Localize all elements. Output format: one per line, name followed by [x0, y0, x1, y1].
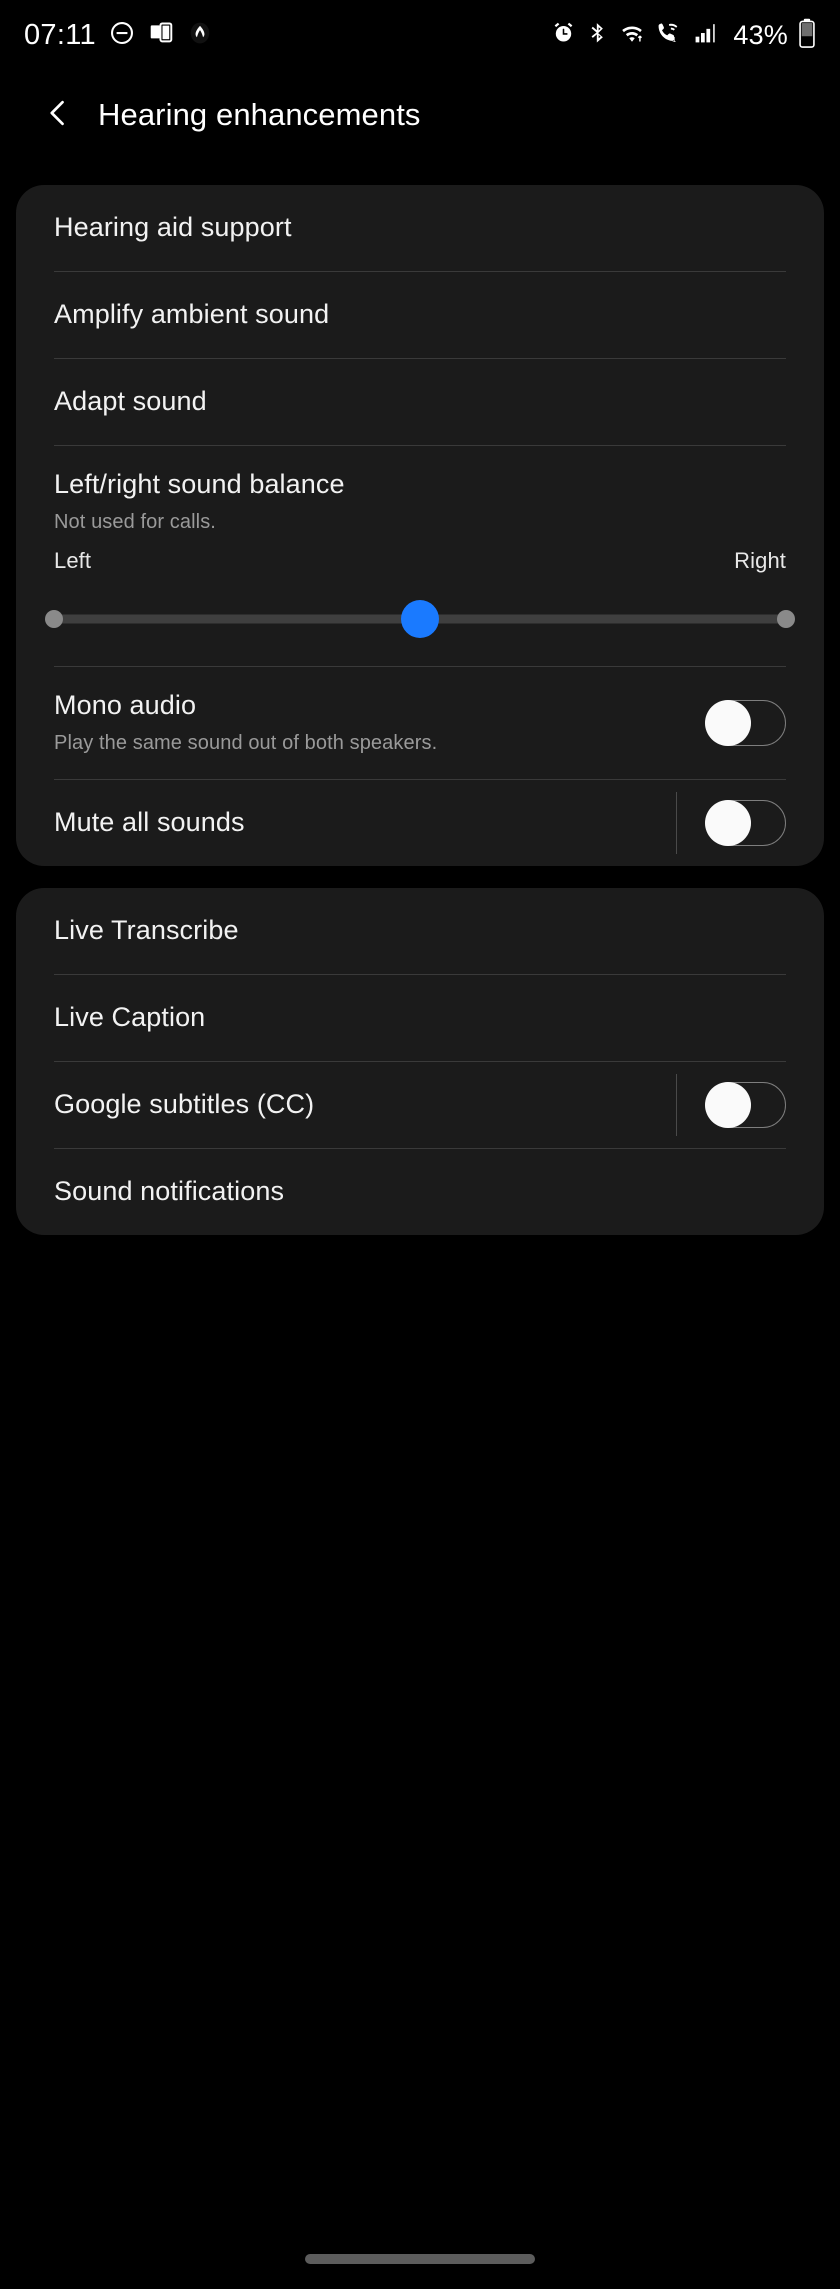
- slider-left-label: Left: [54, 547, 92, 573]
- row-texts: Amplify ambient sound: [54, 276, 786, 354]
- row-texts: Sound notifications: [54, 1153, 786, 1231]
- toggle-knob: [705, 799, 751, 846]
- slider-end-left-dot: [45, 609, 63, 628]
- row-title: Live Caption: [54, 1001, 206, 1032]
- row-left-right-sound-balance: Left/right sound balance Not used for ca…: [16, 446, 824, 542]
- status-bar-left: 07:11: [24, 19, 213, 52]
- home-gesture-pill[interactable]: [305, 2254, 535, 2264]
- status-bar-clock: 07:11: [24, 18, 96, 51]
- page-title: Hearing enhancements: [98, 97, 421, 132]
- slider-thumb[interactable]: [401, 599, 439, 638]
- app-bar: Hearing enhancements: [0, 70, 840, 160]
- row-title: Hearing aid support: [54, 212, 292, 243]
- system-navigation-bar: [0, 2229, 840, 2289]
- slider-right-label: Right: [734, 547, 786, 573]
- phone-screen: 07:11 1 43% Hearing enhancements Hearing…: [0, 0, 840, 2289]
- row-texts: Adapt sound: [54, 363, 786, 441]
- row-texts: Hearing aid support: [54, 189, 786, 267]
- mute-all-sounds-toggle[interactable]: [705, 799, 786, 846]
- balance-slider-block: Left Right: [16, 542, 824, 666]
- row-google-subtitles-cc[interactable]: Google subtitles (CC): [16, 1062, 824, 1148]
- app-notification-icon: [187, 20, 213, 51]
- toggle-knob: [705, 1081, 751, 1128]
- signal-bars-icon: [693, 20, 719, 50]
- row-live-caption[interactable]: Live Caption: [16, 975, 824, 1061]
- row-amplify-ambient-sound[interactable]: Amplify ambient sound: [16, 272, 824, 358]
- google-subtitles-toggle[interactable]: [705, 1081, 786, 1128]
- mono-audio-toggle[interactable]: [705, 699, 786, 746]
- back-chevron-icon: [41, 96, 75, 135]
- toggle-wrap: [705, 699, 786, 746]
- do-not-disturb-icon: [109, 20, 135, 51]
- slider-end-right-dot: [777, 609, 795, 628]
- row-hearing-aid-support[interactable]: Hearing aid support: [16, 185, 824, 271]
- row-texts: Mute all sounds: [54, 784, 676, 862]
- row-title: Mono audio: [54, 689, 197, 720]
- battery-icon: [798, 18, 816, 53]
- toggle-knob: [705, 699, 751, 746]
- row-title: Google subtitles (CC): [54, 1088, 315, 1119]
- row-texts: Live Transcribe: [54, 892, 786, 970]
- screen-mirroring-icon: [148, 20, 174, 51]
- toggle-separator: [676, 791, 677, 854]
- row-title: Mute all sounds: [54, 806, 245, 837]
- captions-section-card: Live Transcribe Live Caption Google subt…: [16, 887, 824, 1235]
- svg-text:1: 1: [672, 35, 676, 44]
- row-live-transcribe[interactable]: Live Transcribe: [16, 888, 824, 974]
- wifi-icon: [619, 20, 645, 50]
- battery-percent-label: 43%: [733, 19, 788, 50]
- status-bar: 07:11 1 43%: [0, 0, 840, 70]
- alarm-icon: [551, 20, 576, 50]
- row-texts: Left/right sound balance Not used for ca…: [54, 446, 786, 542]
- bluetooth-icon: [586, 20, 609, 50]
- row-mute-all-sounds[interactable]: Mute all sounds: [16, 780, 824, 866]
- row-subtitle: Play the same sound out of both speakers…: [54, 731, 438, 754]
- toggle-separator: [676, 1073, 677, 1136]
- balance-slider[interactable]: [45, 599, 795, 638]
- back-button[interactable]: [30, 87, 86, 143]
- row-sound-notifications[interactable]: Sound notifications: [16, 1149, 824, 1235]
- row-title: Adapt sound: [54, 386, 207, 417]
- status-bar-right: 1 43%: [551, 18, 816, 53]
- row-title: Sound notifications: [54, 1175, 285, 1206]
- hearing-section-card: Hearing aid support Amplify ambient soun…: [16, 185, 824, 866]
- row-texts: Mono audio Play the same sound out of bo…: [54, 667, 706, 779]
- wifi-calling-icon: 1: [655, 20, 683, 50]
- row-adapt-sound[interactable]: Adapt sound: [16, 359, 824, 445]
- row-texts: Live Caption: [54, 979, 786, 1057]
- row-texts: Google subtitles (CC): [54, 1066, 676, 1144]
- toggle-wrap: [676, 1073, 786, 1136]
- toggle-wrap: [676, 791, 786, 854]
- row-title: Amplify ambient sound: [54, 299, 330, 330]
- slider-labels: Left Right: [54, 548, 786, 574]
- row-subtitle: Not used for calls.: [54, 510, 216, 533]
- row-title: Live Transcribe: [54, 914, 239, 945]
- row-mono-audio[interactable]: Mono audio Play the same sound out of bo…: [16, 667, 824, 779]
- row-title: Left/right sound balance: [54, 469, 345, 499]
